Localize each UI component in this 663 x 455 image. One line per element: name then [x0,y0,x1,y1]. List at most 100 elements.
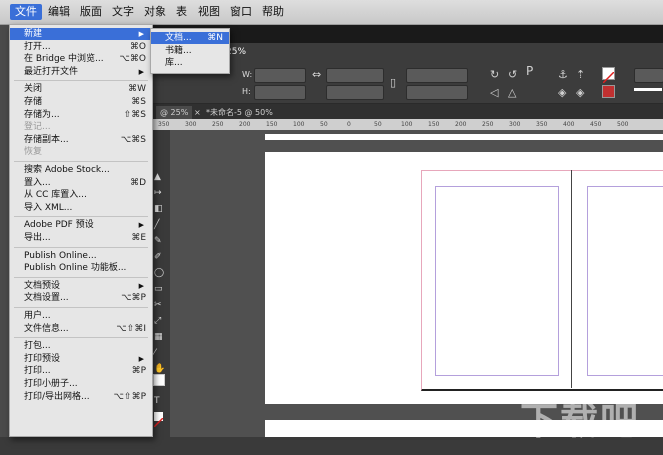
fill-swatch[interactable] [602,67,615,84]
menu-file[interactable]: 文件 [10,4,42,20]
rectangle-tool-icon[interactable]: ▭ [154,284,163,294]
file-menu-item[interactable]: 导入 XML... [10,202,152,214]
menu-type[interactable]: 文字 [112,4,134,20]
menu-item-label: 关闭 [24,84,43,95]
menu-item-label: 打开... [24,41,51,52]
stroke-swatch[interactable] [602,85,615,98]
file-menu-item[interactable]: Publish Online... [10,250,152,262]
ruler-tick-label: 150 [428,121,440,128]
menu-item-shortcut: ⌥⇧⌘I [116,323,146,334]
close-icon[interactable]: × [194,106,201,119]
shear-field[interactable] [406,85,468,100]
pen-tool-icon[interactable]: ✎ [154,236,162,246]
menu-item-label: 存储 [24,97,43,107]
page-tool-icon[interactable]: ◧ [154,204,163,214]
apply-none-icon[interactable] [153,412,164,428]
direct-selection-icon[interactable]: ↦ [154,188,162,198]
menu-separator [14,276,148,278]
menu-window[interactable]: 窗口 [230,4,252,20]
file-menu-item[interactable]: 打印预设 ▶ [10,353,152,365]
menu-layout[interactable]: 版面 [80,4,102,20]
new-submenu-item[interactable]: 文档... ⌘N [151,32,229,44]
file-menu: 新建 ▶ 打开... ⌘O 在 Bridge 中浏览... ⌥⌘O 最近打开文件 ▶ 关闭 ⌘W 存… [9,24,153,437]
scale-y-field[interactable] [326,85,384,100]
file-menu-item[interactable]: 用户... [10,310,152,322]
file-menu-item[interactable]: 打印... ⌘P [10,365,152,377]
file-menu-item[interactable]: 打印小册子... [10,378,152,390]
select-next-icon[interactable]: ◈ [576,87,584,99]
scissors-icon[interactable]: ✂ [154,300,162,310]
file-menu-item[interactable]: 文件信息... ⌥⇧⌘I [10,323,152,335]
select-container-icon[interactable]: ⚓ [558,69,568,81]
file-menu-item[interactable]: 新建 ▶ [10,28,152,40]
menu-edit[interactable]: 编辑 [48,4,70,20]
transform-tool-icon[interactable]: ⤢ [154,316,161,326]
menu-item-shortcut: ⌥⌘O [119,54,146,65]
rotate-icon[interactable]: ⇔ [312,69,321,81]
flip-v-icon[interactable]: △ [508,87,516,99]
eyedropper-icon[interactable]: ⁄ [154,348,156,358]
rotate-cw-icon[interactable]: ↻ [490,69,499,81]
select-prev-icon[interactable]: ◈ [558,87,566,99]
file-menu-item[interactable]: 文档预设 ▶ [10,280,152,292]
submenu-item-label: 书籍... [165,45,192,56]
file-menu-item: 登记... [10,121,152,133]
menu-object[interactable]: 对象 [144,4,166,20]
angle-field[interactable] [406,68,468,83]
height-field[interactable] [254,85,306,100]
menu-table[interactable]: 表 [176,4,187,20]
width-field[interactable] [254,68,306,83]
ruler-tick-label: 300 [185,121,197,128]
new-submenu-item[interactable]: 书籍... [151,45,229,57]
tab-doc-50[interactable]: *未命名-5 @ 50% [206,106,273,119]
ellipse-frame-icon[interactable]: ◯ [154,268,164,278]
ruler-tick-label: 200 [455,121,467,128]
ruler-tick-label: 350 [158,121,170,128]
selection-tool-icon[interactable]: ▲ [154,172,161,182]
menu-item-label: 文件信息... [24,323,69,334]
menu-help[interactable]: 帮助 [262,4,284,20]
scale-x-field[interactable] [326,68,384,83]
stroke-type[interactable] [634,88,662,91]
new-submenu-item[interactable]: 库... [151,57,229,69]
flip-h-icon[interactable]: ◁ [490,87,498,99]
file-menu-item[interactable]: Publish Online 功能板... [10,262,152,274]
menu-item-label: Publish Online... [24,250,97,261]
fill-color-icon[interactable] [153,374,165,386]
file-menu-item[interactable]: 关闭 ⌘W [10,83,152,95]
formatting-icon[interactable]: T [154,396,160,406]
file-menu-item[interactable]: 文档设置... ⌥⌘P [10,292,152,304]
gradient-tool-icon[interactable]: ▦ [154,332,163,342]
file-menu-item[interactable]: 存储 ⌘S [10,96,152,108]
none-slash-icon [602,71,615,84]
menu-item-label: 在 Bridge 中浏览... [24,54,104,65]
menu-item-shortcut: ⌘D [130,177,146,188]
ruler-tick-label: 100 [401,121,413,128]
hand-tool-icon[interactable]: ✋ [154,364,165,374]
menu-view[interactable]: 视图 [198,4,220,20]
file-menu-item[interactable]: 打印/导出网格... ⌥⇧⌘P [10,391,152,403]
file-menu-item[interactable]: 从 CC 库置入... [10,189,152,201]
file-menu-item[interactable]: Adobe PDF 预设 ▶ [10,219,152,231]
menu-item-shortcut: ⌥⌘S [120,134,146,145]
pencil-tool-icon[interactable]: ✐ [154,252,162,262]
ruler-tick-label: 500 [617,121,629,128]
file-menu-item[interactable]: 置入... ⌘D [10,177,152,189]
file-menu-item[interactable]: 最近打开文件 ▶ [10,66,152,78]
menu-item-label: 文档预设 [24,280,61,291]
file-menu-item[interactable]: 搜索 Adobe Stock... [10,164,152,176]
p-label[interactable]: P [526,65,533,77]
select-content-icon[interactable]: ⇡ [576,69,585,81]
file-menu-item[interactable]: 打开... ⌘O [10,41,152,53]
file-menu-item[interactable]: 在 Bridge 中浏览... ⌥⌘O [10,53,152,65]
stroke-weight-field[interactable] [634,68,663,83]
file-menu-item[interactable]: 存储为... ⇧⌘S [10,109,152,121]
tab-doc-25[interactable]: @ 25% [156,106,193,119]
menu-item-label: 登记... [24,122,51,133]
file-menu-item[interactable]: 导出... ⌘E [10,232,152,244]
file-menu-item[interactable]: 打包... [10,340,152,352]
file-menu-item[interactable]: 存储副本... ⌥⌘S [10,134,152,146]
rotate-ccw-icon[interactable]: ↺ [508,69,517,81]
constrain-icon[interactable]: ▯ [390,77,396,89]
line-tool-icon[interactable]: ╱ [154,220,159,230]
